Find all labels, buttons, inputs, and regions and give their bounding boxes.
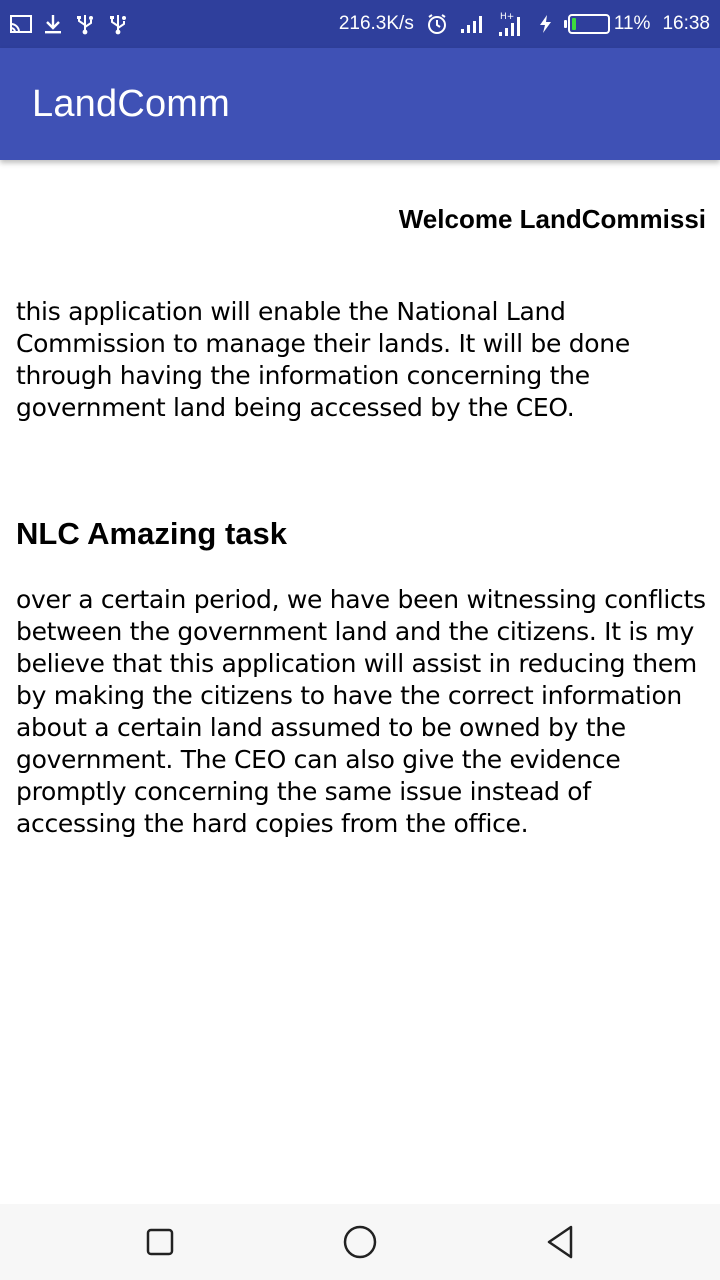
usb-icon [108, 13, 128, 35]
alarm-icon [426, 13, 448, 35]
status-right: 216.3K/s H+ 11% 16:38 [339, 11, 710, 37]
cast-icon [10, 14, 32, 34]
battery-percent: 11% [613, 13, 651, 34]
status-left-icons [10, 13, 128, 35]
intro-paragraph: this application will enable the Nationa… [16, 297, 630, 422]
main-content: Welcome LandCommissi this application wi… [0, 160, 720, 1204]
recent-apps-icon [146, 1228, 174, 1256]
app-bar: LandComm [0, 48, 720, 160]
body-paragraph: over a certain period, we have been witn… [16, 585, 706, 838]
network-type-label: H+ [500, 12, 514, 22]
welcome-text: Welcome LandCommissi [398, 204, 706, 234]
signal-icon: H+ [498, 11, 526, 37]
back-icon [547, 1225, 573, 1259]
screen: 216.3K/s H+ 11% 16:38 LandComm Welcome L… [0, 0, 720, 1280]
home-icon [343, 1225, 377, 1259]
app-title: LandComm [32, 82, 231, 125]
back-button[interactable] [542, 1224, 578, 1260]
signal-icon [460, 14, 486, 34]
clock: 16:38 [662, 13, 710, 34]
home-button[interactable] [342, 1224, 378, 1260]
status-bar: 216.3K/s H+ 11% 16:38 [0, 0, 720, 48]
recent-apps-button[interactable] [142, 1224, 178, 1260]
battery-icon [563, 14, 610, 34]
battery-tip [563, 20, 567, 28]
usb-icon [74, 13, 96, 35]
battery-fill [571, 18, 576, 30]
download-icon [44, 14, 62, 34]
section-heading: NLC Amazing task [16, 516, 288, 551]
net-speed: 216.3K/s [338, 13, 414, 34]
battery-body [567, 14, 610, 34]
charging-icon [538, 14, 552, 34]
navigation-bar [0, 1204, 720, 1280]
